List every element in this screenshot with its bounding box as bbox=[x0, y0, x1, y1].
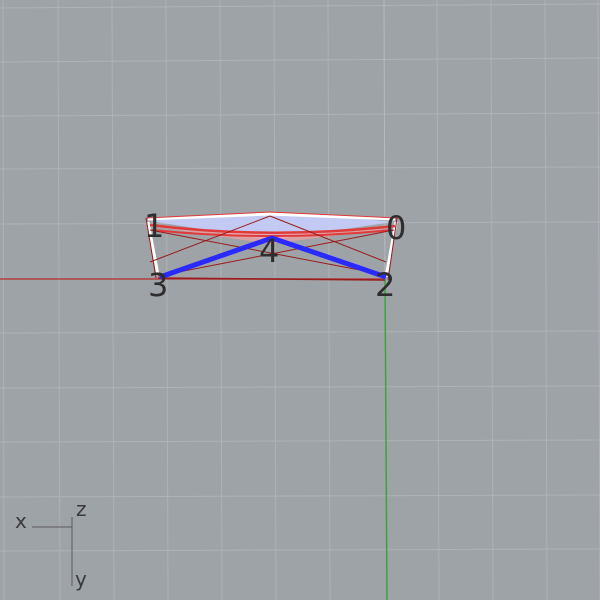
vertex-label-0: 0 bbox=[386, 209, 406, 247]
y-axis-line bbox=[384, 278, 388, 600]
gizmo-x-label: x bbox=[15, 509, 27, 533]
z-axis-line bbox=[383, 0, 386, 280]
grid bbox=[0, 0, 600, 600]
gizmo-y-label: y bbox=[75, 567, 87, 591]
vertex-label-1: 1 bbox=[144, 207, 164, 245]
axis-gizmo: x z y bbox=[15, 497, 87, 591]
vertex-label-2: 2 bbox=[375, 266, 395, 304]
viewport-canvas[interactable]: 0 1 2 3 4 x z y bbox=[0, 0, 600, 600]
3d-viewport[interactable]: 0 1 2 3 4 x z y bbox=[0, 0, 600, 600]
gizmo-z-label: z bbox=[76, 497, 87, 521]
vertex-label-4: 4 bbox=[259, 232, 279, 270]
vertex-label-3: 3 bbox=[148, 266, 168, 304]
